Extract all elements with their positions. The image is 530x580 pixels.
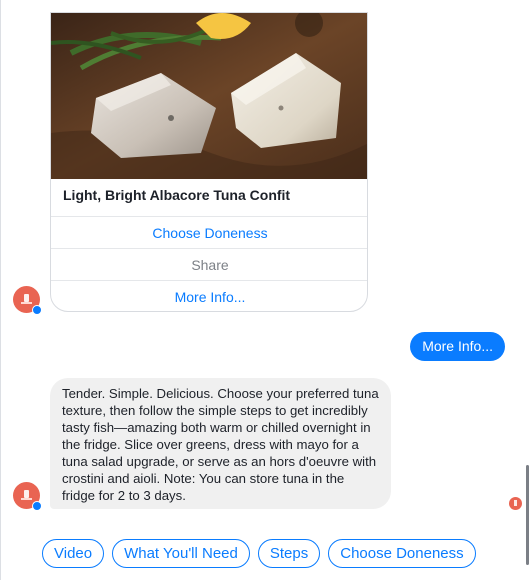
recipe-card[interactable]: Light, Bright Albacore Tuna Confit Choos… xyxy=(50,12,368,312)
chefsteps-logo-icon xyxy=(24,294,29,302)
quick-reply-video[interactable]: Video xyxy=(42,539,105,568)
recipe-image[interactable] xyxy=(51,13,367,179)
messenger-chat: Light, Bright Albacore Tuna Confit Choos… xyxy=(0,0,530,580)
seen-avatar-icon xyxy=(509,497,522,510)
bot-avatar[interactable] xyxy=(13,482,42,511)
bot-avatar[interactable] xyxy=(13,286,42,315)
divider xyxy=(0,0,1,580)
choose-doneness-button[interactable]: Choose Doneness xyxy=(51,216,367,248)
share-button[interactable]: Share xyxy=(51,248,367,280)
more-info-button[interactable]: More Info... xyxy=(51,280,367,311)
logo-base xyxy=(21,302,32,304)
messenger-icon xyxy=(32,305,42,315)
recipe-title: Light, Bright Albacore Tuna Confit xyxy=(63,187,291,203)
scrollbar[interactable] xyxy=(526,465,529,565)
quick-reply-choose-doneness[interactable]: Choose Doneness xyxy=(328,539,476,568)
incoming-message: Tender. Simple. Delicious. Choose your p… xyxy=(50,378,391,509)
quick-reply-steps[interactable]: Steps xyxy=(257,539,321,568)
messenger-icon xyxy=(32,501,42,511)
quick-reply-what-youll-need[interactable]: What You'll Need xyxy=(112,539,250,568)
logo-base xyxy=(21,498,32,500)
chefsteps-logo-icon xyxy=(24,490,29,498)
quick-replies: Video What You'll Need Steps Choose Done… xyxy=(42,539,476,568)
outgoing-message: More Info... xyxy=(410,332,505,361)
